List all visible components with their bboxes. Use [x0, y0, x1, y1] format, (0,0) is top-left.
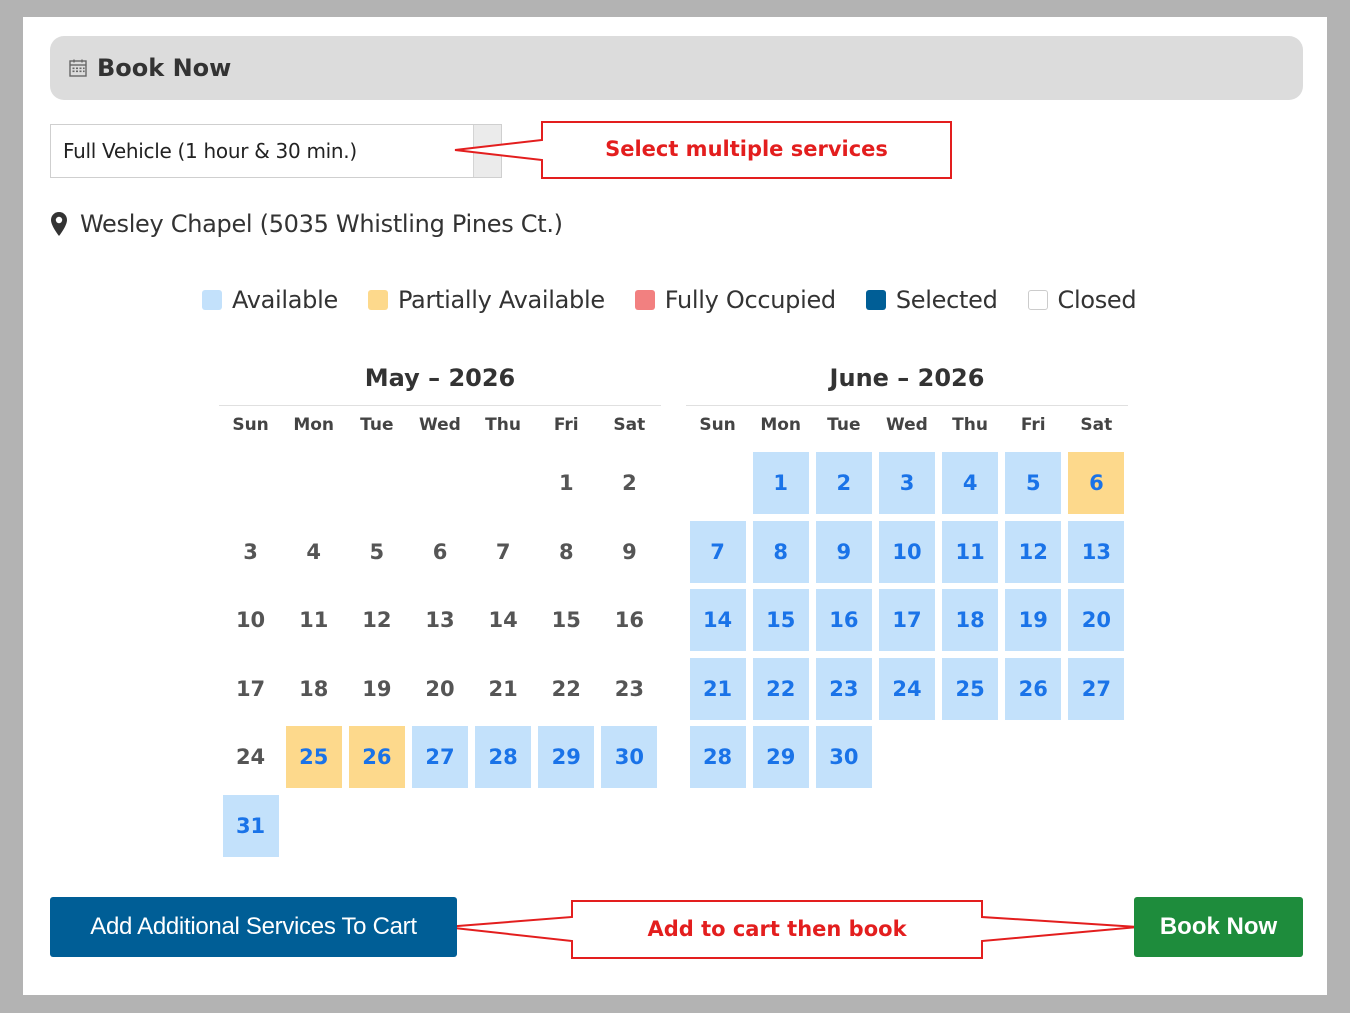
select-callout-text: Select multiple services [605, 137, 888, 161]
cart-callout-text: Add to cart then book [647, 917, 907, 941]
add-services-to-cart-button[interactable]: Add Additional Services To Cart [50, 897, 457, 957]
book-now-button[interactable]: Book Now [1134, 897, 1303, 957]
